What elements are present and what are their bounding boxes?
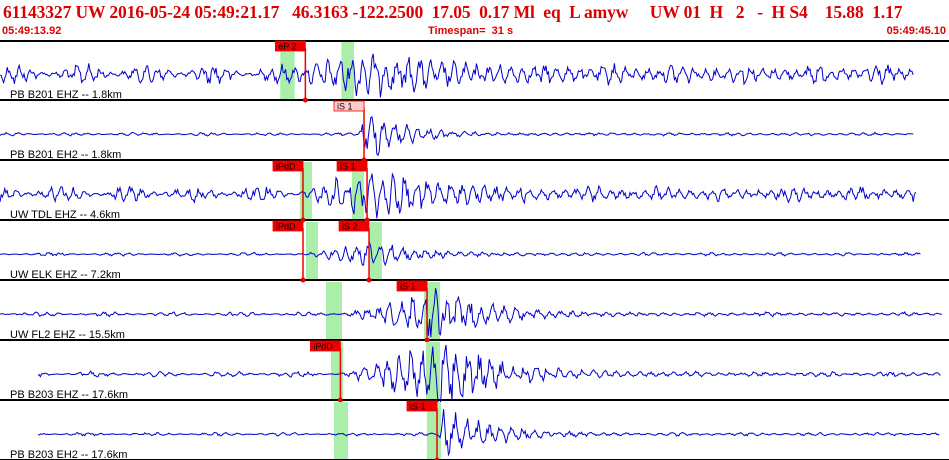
timespan-label: Timespan= 31 s bbox=[428, 25, 514, 37]
pick-marker bbox=[300, 277, 306, 283]
waveform-trace[interactable] bbox=[0, 53, 914, 98]
pick-window[interactable] bbox=[305, 222, 319, 279]
channel-row[interactable]: eP 2 PB B201 EHZ -- 1.8km bbox=[0, 40, 949, 103]
channel-row[interactable]: iPdD PB B203 EHZ -- 17.6km bbox=[0, 340, 949, 411]
channel-label: PB B201 EH2 -- 1.8km bbox=[10, 149, 121, 161]
pick-label[interactable]: iS 2 bbox=[342, 222, 358, 232]
pick-label[interactable]: iS 1 bbox=[340, 162, 356, 172]
channel-label: UW TDL EHZ -- 4.6km bbox=[10, 209, 120, 221]
channel-label: PB B203 EHZ -- 17.6km bbox=[10, 389, 128, 401]
channel-row[interactable]: iPdD iS 1 UW TDL EHZ -- 4.6km bbox=[0, 160, 949, 223]
channel-row[interactable]: iS 1 PB B203 EH2 -- 17.6km bbox=[0, 400, 949, 460]
event-header: 61143327 UW 2016-05-24 05:49:21.17 46.31… bbox=[0, 0, 949, 40]
waveform-trace[interactable] bbox=[0, 116, 914, 157]
pick-window[interactable] bbox=[333, 402, 348, 459]
channel-label: UW ELK EHZ -- 7.2km bbox=[10, 269, 121, 281]
channel-label: PB B203 EH2 -- 17.6km bbox=[10, 449, 127, 460]
seismogram-panel[interactable]: eP 2 PB B201 EHZ -- 1.8km iS 1 PB B201 EH2 … bbox=[0, 40, 949, 460]
pick-label[interactable]: iPdD bbox=[276, 162, 296, 172]
pick-label[interactable]: iPdD bbox=[276, 222, 296, 232]
pick-label[interactable]: iS 1 bbox=[337, 102, 353, 112]
pick-marker bbox=[424, 337, 430, 343]
pick-marker bbox=[337, 397, 343, 403]
pick-label[interactable]: eP 2 bbox=[278, 42, 296, 52]
channel-label: UW FL2 EHZ -- 15.5km bbox=[10, 329, 125, 341]
waveform-trace[interactable] bbox=[0, 288, 943, 338]
start-time-label: 05:49:13.92 bbox=[2, 25, 62, 37]
pick-marker bbox=[302, 97, 308, 103]
channel-row[interactable]: iPdD iS 2 UW ELK EHZ -- 7.2km bbox=[0, 220, 949, 283]
pick-label[interactable]: iS 1 bbox=[410, 402, 426, 412]
end-time-label: 05:49:45.10 bbox=[886, 25, 946, 37]
pick-marker bbox=[366, 277, 372, 283]
pick-label[interactable]: iS 1 bbox=[400, 282, 416, 292]
event-summary-title: 61143327 UW 2016-05-24 05:49:21.17 46.31… bbox=[3, 2, 903, 22]
channel-row[interactable]: iS 1 UW FL2 EHZ -- 15.5km bbox=[0, 280, 949, 343]
pick-window[interactable] bbox=[325, 282, 343, 339]
pick-window[interactable] bbox=[369, 222, 382, 279]
waveform-trace[interactable] bbox=[0, 172, 917, 219]
channel-label: PB B201 EHZ -- 1.8km bbox=[10, 89, 122, 101]
pick-label[interactable]: iPdD bbox=[313, 342, 333, 352]
waveform-trace[interactable] bbox=[38, 409, 940, 457]
channel-row[interactable]: iS 1 PB B201 EH2 -- 1.8km bbox=[0, 100, 949, 163]
waveform-trace[interactable] bbox=[0, 240, 921, 267]
